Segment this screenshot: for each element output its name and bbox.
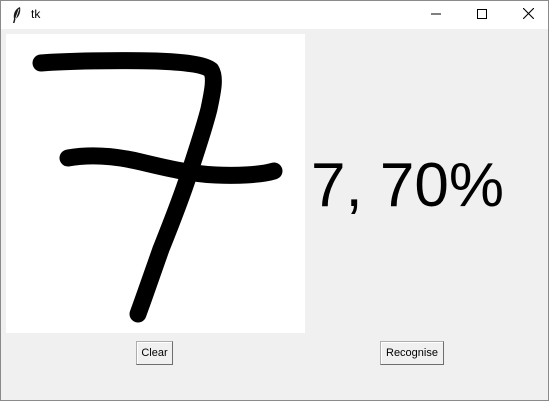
window-title: tk [31, 7, 41, 21]
maximize-icon [477, 6, 487, 24]
recognise-button[interactable]: Recognise [380, 341, 444, 365]
minimize-icon [431, 6, 441, 24]
maximize-button[interactable] [459, 1, 505, 29]
drawing-canvas[interactable] [6, 34, 305, 333]
app-window: tk 7, 70% Clear Recognise [0, 0, 549, 401]
close-icon [522, 6, 534, 24]
clear-button[interactable]: Clear [136, 341, 173, 365]
handwritten-digit-drawing [32, 52, 283, 323]
prediction-label: 7, 70% [311, 151, 505, 220]
minimize-button[interactable] [413, 1, 459, 29]
feather-icon [9, 6, 25, 24]
close-button[interactable] [505, 1, 549, 29]
title-bar[interactable]: tk [1, 1, 548, 29]
